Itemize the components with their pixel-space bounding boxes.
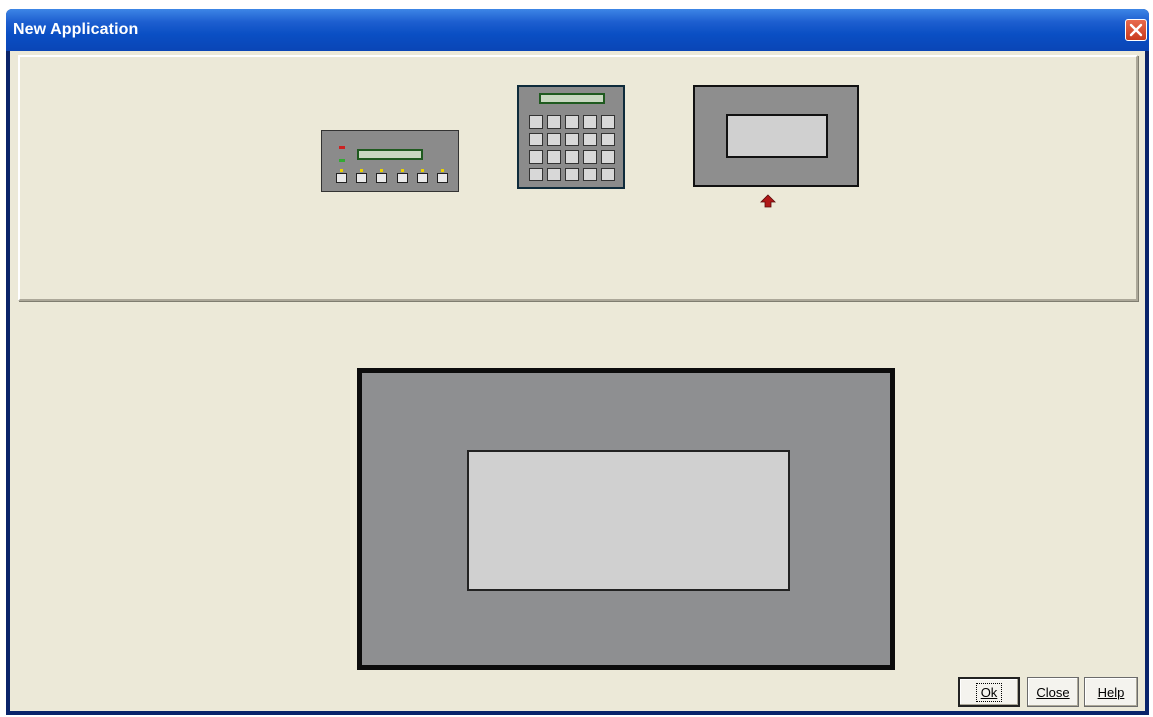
red-led-icon (339, 146, 345, 149)
key-icon (547, 150, 561, 164)
key-icon (565, 167, 579, 181)
key-icon (583, 115, 597, 129)
key-icon (583, 132, 597, 146)
key-icon (547, 132, 561, 146)
lcd-display-icon (357, 149, 423, 160)
device-preview (357, 368, 895, 670)
key-icon (583, 150, 597, 164)
key-icon (601, 167, 615, 181)
window-title: New Application (13, 21, 139, 38)
key-icon (601, 115, 615, 129)
help-button[interactable]: Help (1084, 677, 1138, 707)
close-x-icon (1129, 23, 1143, 37)
screen-icon (726, 114, 828, 158)
key-icon (583, 167, 597, 181)
new-application-window: New Application Ok Close Help (6, 9, 1149, 715)
key-icon (601, 150, 615, 164)
red-up-arrow-icon (760, 194, 776, 208)
key-icon (416, 169, 428, 183)
device-numeric-keypad[interactable] (517, 85, 625, 189)
key-icon (529, 150, 543, 164)
close-window-button[interactable] (1125, 19, 1147, 41)
help-button-label: Help (1097, 684, 1125, 700)
lcd-display-icon (539, 93, 605, 104)
key-icon (547, 115, 561, 129)
key-icon (376, 169, 388, 183)
close-button-label: Close (1036, 684, 1070, 700)
key-icon (529, 132, 543, 146)
key-icon (601, 132, 615, 146)
green-led-icon (339, 159, 345, 162)
key-icon (547, 167, 561, 181)
key-icon (529, 115, 543, 129)
key-icon (336, 169, 347, 183)
device-graphic-panel[interactable] (693, 85, 859, 187)
close-button[interactable]: Close (1027, 677, 1079, 707)
dialog-client-area: Ok Close Help (10, 51, 1145, 711)
key-icon (529, 167, 543, 181)
ok-button-label: Ok (980, 684, 998, 700)
title-bar[interactable]: New Application (6, 9, 1149, 51)
key-icon (436, 169, 448, 183)
key-icon (565, 150, 579, 164)
key-icon (565, 115, 579, 129)
preview-screen (467, 450, 790, 591)
device-text-display-keypad[interactable] (321, 130, 459, 192)
key-icon (356, 169, 368, 183)
ok-button[interactable]: Ok (958, 677, 1020, 707)
numeric-keys (529, 115, 615, 181)
function-keys (336, 169, 448, 185)
key-icon (396, 169, 408, 183)
key-icon (565, 132, 579, 146)
